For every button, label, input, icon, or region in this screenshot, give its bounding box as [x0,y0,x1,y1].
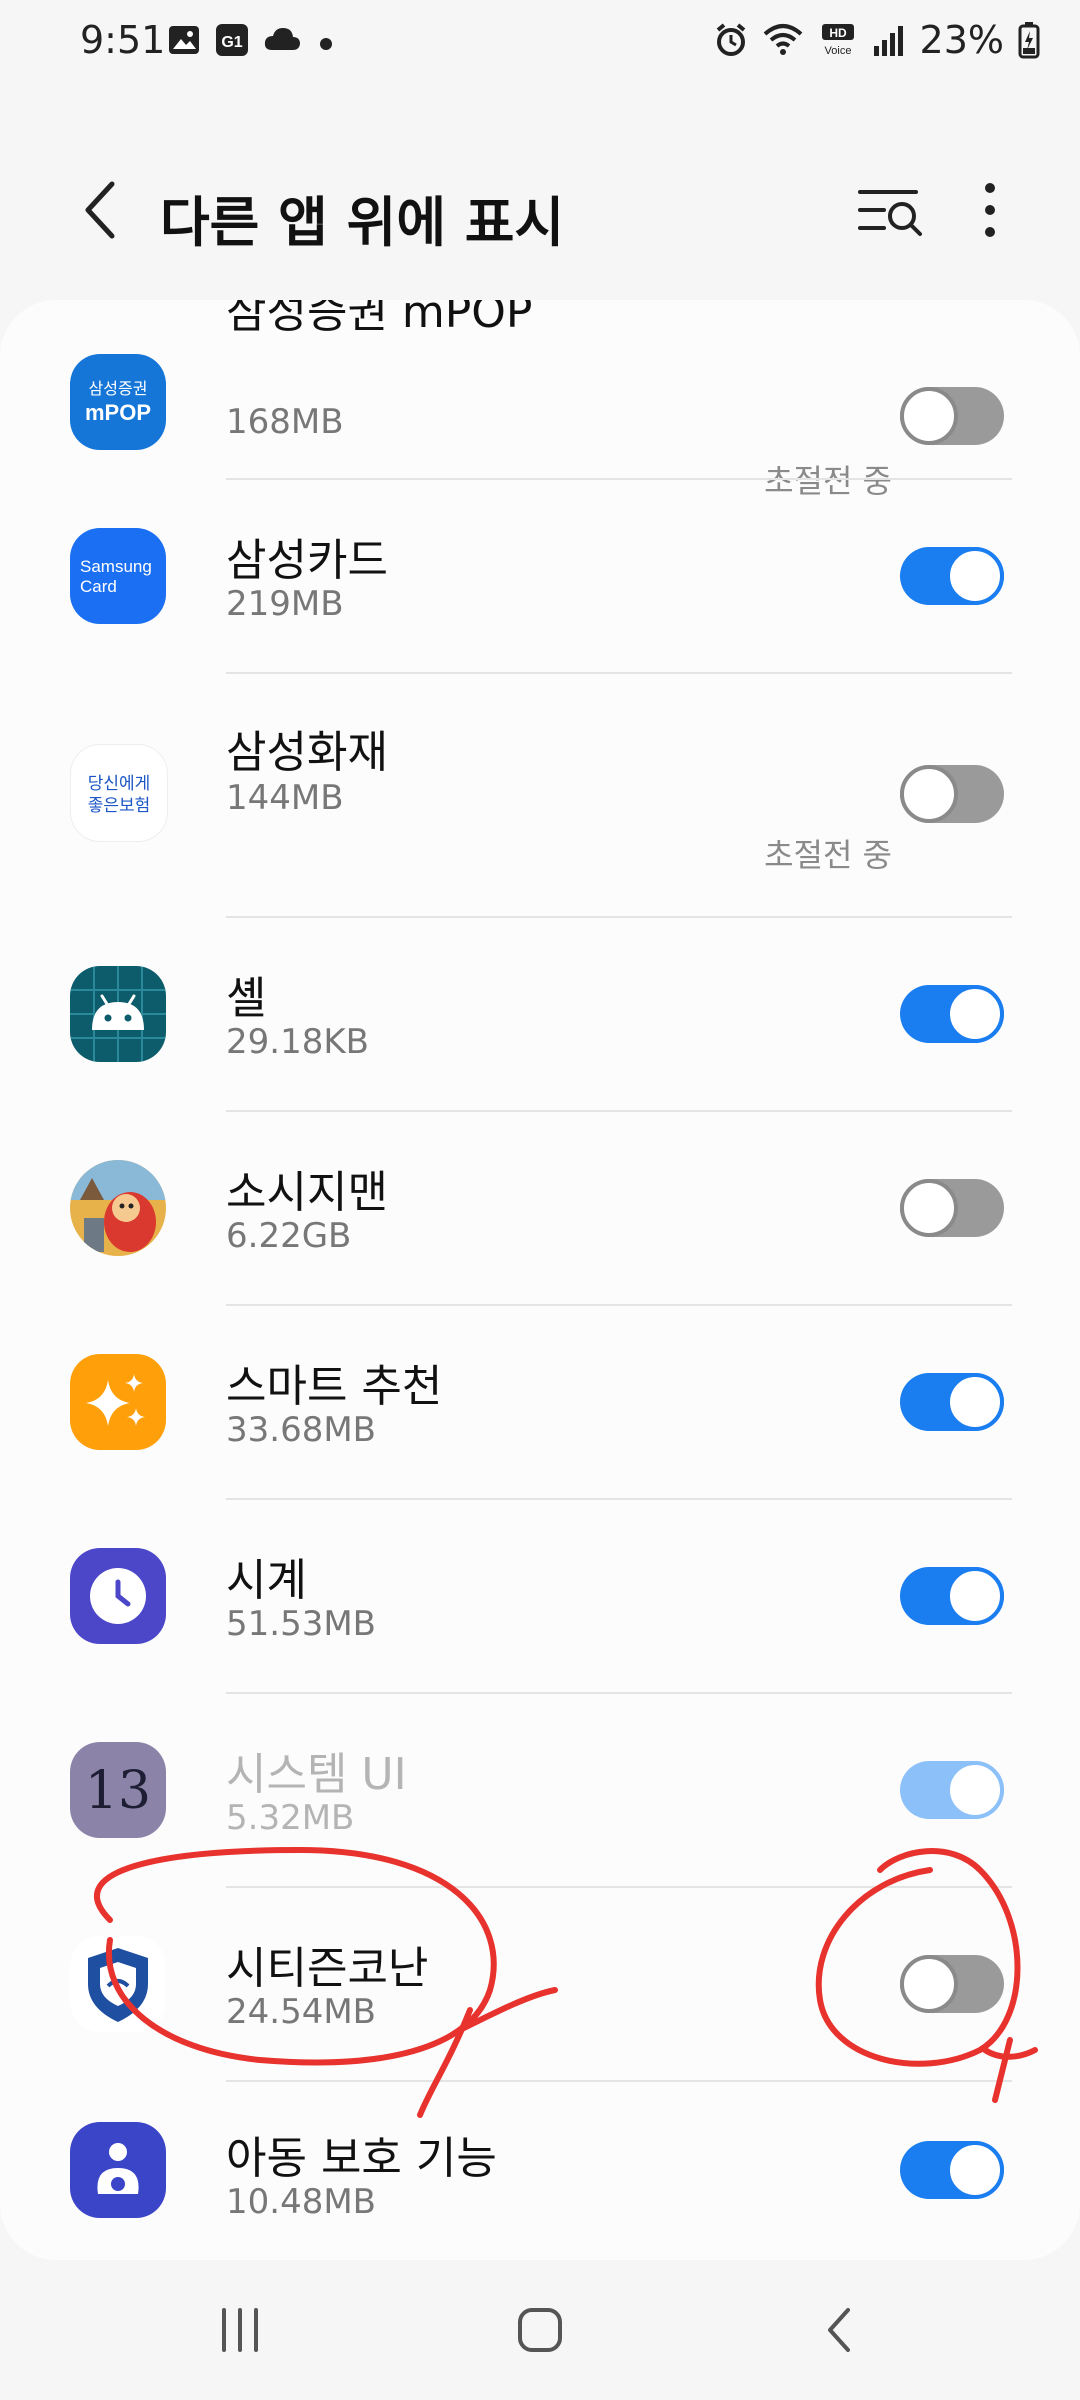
svg-text:Voice: Voice [824,45,851,57]
permission-toggle[interactable] [900,387,1004,445]
battery-percent: 23% [919,18,1004,62]
list-item[interactable]: 소시지맨 6.22GB [0,1112,1080,1304]
shield-icon [70,1936,166,2032]
sparkle-icon [70,1354,166,1450]
image-icon [169,26,199,54]
svg-text:mPOP: mPOP [85,400,151,425]
list-item[interactable]: 당신에게 좋은보험 삼성화재 144MB 초절전 중 [0,674,1080,916]
app-name: 소시지맨 [226,1167,388,1218]
app-name: 시스템 UI [226,1749,407,1800]
app-size: 6.22GB [226,1216,352,1256]
back-button[interactable] [60,170,140,250]
app-name: 스마트 추천 [226,1361,443,1412]
recent-apps-icon [222,2308,258,2352]
app-bar: 다른 앱 위에 표시 [0,150,1080,270]
app-size: 24.54MB [226,1992,376,2032]
list-item[interactable]: 시티즌코난 24.54MB [0,1888,1080,2080]
status-bar: 9:51 G1 HD Voice 23% [0,0,1080,90]
g1-icon: G1 [216,24,248,56]
svg-text:Card: Card [80,577,117,596]
search-list-button[interactable] [850,170,930,250]
list-item: 13 시스템 UI 5.32MB [0,1694,1080,1886]
app-name: 시티즌코난 [226,1943,429,1994]
list-item[interactable]: Samsung Card 삼성카드 219MB [0,480,1080,672]
home-icon [518,2308,562,2352]
app-size: 29.18KB [226,1022,369,1062]
permission-toggle[interactable] [900,985,1004,1043]
child-protection-icon [70,2122,166,2218]
app-size: 33.68MB [226,1410,376,1450]
permission-toggle[interactable] [900,2141,1004,2199]
app-size: 144MB [226,778,344,818]
home-button[interactable] [480,2285,600,2375]
back-nav-button[interactable] [780,2285,900,2375]
permission-toggle[interactable] [900,1373,1004,1431]
svg-text:좋은보험: 좋은보험 [88,796,151,816]
back-nav-icon [828,2308,850,2352]
app-size: 10.48MB [226,2182,376,2222]
list-item[interactable]: 시계 51.53MB [0,1500,1080,1692]
permission-toggle[interactable] [900,1567,1004,1625]
app-icon-mpop: 삼성증권 mPOP [70,354,166,450]
recent-apps-button[interactable] [180,2285,300,2375]
status-time: 9:51 [80,18,166,62]
permission-toggle[interactable] [900,1955,1004,2013]
android-icon [70,966,166,1062]
permission-toggle [900,1761,1004,1819]
power-saving-status: 초절전 중 [764,836,892,874]
permission-toggle[interactable] [900,547,1004,605]
svg-text:HD: HD [829,26,847,40]
svg-text:삼성증권: 삼성증권 [89,379,148,398]
system-ui-icon: 13 [70,1742,166,1838]
app-name: 삼성화재 [226,727,388,778]
hd-voice-icon: HD Voice [821,24,854,57]
status-right: HD Voice 23% [714,18,1040,62]
app-name: 셸 [226,973,267,1024]
app-size: 219MB [226,584,344,624]
page-title: 다른 앱 위에 표시 [160,191,565,254]
signal-icon [873,26,903,56]
system-ui-icon-text: 13 [85,1761,151,1821]
list-item[interactable]: 아동 보호 기능 10.48MB [0,2082,1080,2260]
app-list: 삼성증권 mPOP 삼성증권 mPOP 168MB 초절전 중 Samsung … [0,300,1080,2260]
app-icon-samsung-card: Samsung Card [70,528,166,624]
app-size: 51.53MB [226,1604,376,1644]
alarm-icon [716,23,745,56]
permission-toggle[interactable] [900,1179,1004,1237]
app-name: 아동 보호 기능 [226,2133,497,2184]
app-name: 삼성카드 [226,535,388,586]
dot-icon [320,38,332,50]
app-name: 시계 [226,1555,307,1606]
battery-icon [1018,22,1040,59]
app-size: 168MB [226,402,344,442]
cloud-icon [264,28,300,50]
svg-text:G1: G1 [221,34,242,51]
search-list-icon [858,190,922,236]
back-icon [85,181,115,239]
more-options-button[interactable] [950,170,1030,250]
navigation-bar [0,2260,1080,2400]
list-item[interactable]: 스마트 추천 33.68MB [0,1306,1080,1498]
sausageman-icon [70,1160,166,1256]
svg-text:당신에게: 당신에게 [88,774,151,794]
wifi-icon [763,24,802,55]
svg-text:Samsung: Samsung [80,557,152,576]
app-size: 5.32MB [226,1798,355,1838]
app-icon-samsung-fire: 당신에게 좋은보험 [70,744,168,842]
list-item[interactable]: 삼성증권 mPOP 삼성증권 mPOP 168MB 초절전 중 [0,300,1080,500]
more-icon [985,183,995,237]
permission-toggle[interactable] [900,765,1004,823]
clock-icon [70,1548,166,1644]
app-name: 삼성증권 mPOP [226,300,533,338]
list-item[interactable]: 셸 29.18KB [0,918,1080,1110]
